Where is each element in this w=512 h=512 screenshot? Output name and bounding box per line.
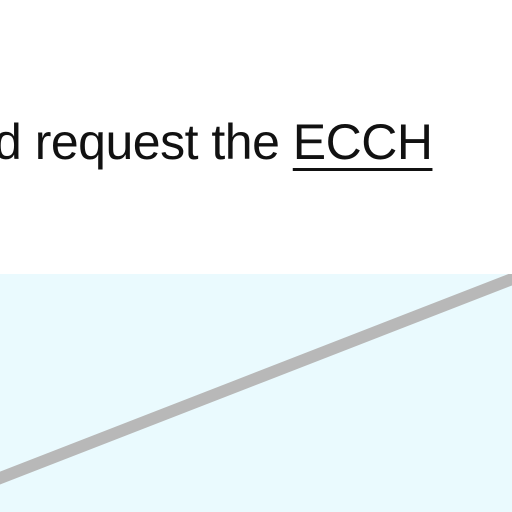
instruction-caption: d request the ECCH <box>0 112 512 172</box>
caption-text: d request the <box>0 114 293 170</box>
connector-line <box>0 274 512 485</box>
diagram-panel <box>0 274 512 512</box>
screenshot-canvas: d request the ECCH <box>0 0 512 512</box>
diagram-svg <box>0 274 512 485</box>
ecch-link[interactable]: ECCH <box>293 114 433 170</box>
